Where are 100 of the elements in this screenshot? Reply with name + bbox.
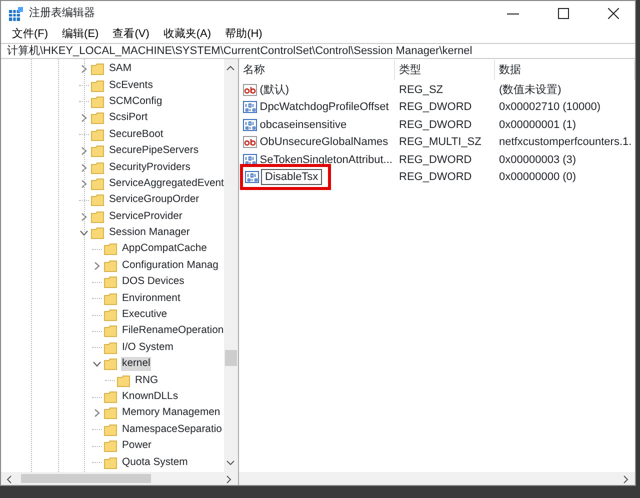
value-name[interactable]: (默认) <box>260 82 290 98</box>
tree-item[interactable]: Executive <box>121 308 168 322</box>
window-title: 注册表编辑器 <box>29 6 95 22</box>
folder-icon <box>91 96 104 108</box>
chevron-right-icon[interactable] <box>79 212 89 222</box>
vertical-scrollbar[interactable] <box>224 59 238 472</box>
chevron-right-icon[interactable] <box>92 408 102 418</box>
tree-item[interactable]: Session Manager <box>108 226 191 240</box>
menu-item[interactable]: 文件(F) <box>5 26 56 43</box>
binary-value-icon <box>243 152 257 167</box>
chevron-right-icon[interactable] <box>79 162 89 173</box>
folder-icon <box>104 391 117 403</box>
scroll-thumb[interactable] <box>21 474 151 483</box>
folder-icon <box>104 342 117 354</box>
value-data: 0x00000003 (3) <box>498 152 578 168</box>
chevron-down-icon[interactable] <box>92 359 102 370</box>
binary-value-icon <box>243 100 257 114</box>
value-name[interactable]: ObUnsecureGlobalNames <box>260 134 388 150</box>
menu-item[interactable]: 编辑(E) <box>55 26 106 43</box>
minimize-icon[interactable] <box>507 12 519 14</box>
tree-item[interactable]: ScsiPort <box>108 111 149 126</box>
tree-item[interactable]: ScEvents <box>108 78 154 93</box>
folder-icon <box>104 358 117 370</box>
value-data: netfxcustomperfcounters.1. <box>498 135 633 150</box>
tree-item[interactable]: FileRenameOperation <box>121 324 224 338</box>
tree-item[interactable]: ServiceGroupOrder <box>108 193 200 208</box>
rename-field[interactable]: DisableTsx <box>261 169 322 186</box>
tree-item[interactable]: DOS Devices <box>121 275 186 290</box>
folder-icon <box>91 178 104 190</box>
menu-item[interactable]: 收藏夹(A) <box>156 26 218 43</box>
tree-item[interactable]: Configuration Manag <box>121 258 220 273</box>
binary-value-icon <box>243 118 257 132</box>
tree-item[interactable]: AppCompatCache <box>121 242 208 256</box>
folder-icon <box>104 260 117 272</box>
tree-item[interactable]: KnownDLLs <box>121 390 180 404</box>
folder-icon <box>104 440 117 452</box>
tree-item[interactable]: SecurityProviders <box>108 160 192 175</box>
column-header[interactable]: 数据 <box>495 60 635 80</box>
tree-item[interactable]: I/O System <box>121 340 174 355</box>
chevron-down-icon[interactable] <box>79 228 89 238</box>
tree-item[interactable]: Quota System <box>121 456 189 470</box>
value-data: (数值未设置) <box>498 82 562 98</box>
folder-icon <box>91 63 104 76</box>
menu-item[interactable]: 帮助(H) <box>218 26 270 43</box>
folder-icon <box>91 80 104 92</box>
tree-item[interactable]: SecureBoot <box>108 128 164 142</box>
chevron-right-icon[interactable] <box>79 146 89 156</box>
horizontal-scrollbar[interactable] <box>239 472 635 485</box>
value-type: REG_MULTI_SZ <box>398 135 482 150</box>
value-name[interactable]: DpcWatchdogProfileOffset <box>260 99 389 116</box>
folder-icon <box>91 227 104 240</box>
value-data: 0x00000001 (1) <box>498 118 578 132</box>
folder-icon <box>91 210 104 223</box>
tree-item[interactable]: ServiceProvider <box>108 210 184 224</box>
value-name[interactable]: obcaseinsensitive <box>260 116 347 133</box>
folder-icon <box>91 162 104 174</box>
scroll-right-icon[interactable] <box>623 475 629 484</box>
tree-item[interactable]: SAM <box>108 62 133 76</box>
tree-item[interactable]: kernel <box>121 357 152 372</box>
value-type: REG_DWORD <box>398 152 473 168</box>
tree-item[interactable]: Power <box>121 439 152 454</box>
tree-item[interactable]: RNG <box>134 374 160 388</box>
tree-item[interactable]: NamespaceSeparatio <box>121 422 223 437</box>
scroll-thumb[interactable] <box>225 350 237 366</box>
tree-item[interactable]: Memory Managemen <box>121 406 222 420</box>
tree-item[interactable]: Environment <box>121 292 182 306</box>
horizontal-scrollbar[interactable] <box>1 472 238 485</box>
folder-icon <box>104 292 117 305</box>
column-header[interactable]: 类型 <box>395 60 495 80</box>
column-header[interactable]: 名称 <box>239 60 395 80</box>
value-name[interactable]: SeTokenSingletonAttribut... <box>260 152 392 168</box>
value-type: REG_DWORD <box>398 100 473 115</box>
binary-value-icon <box>245 170 259 184</box>
folder-icon <box>91 112 104 124</box>
folder-icon <box>104 309 117 322</box>
tree-item[interactable]: SCMConfig <box>108 94 164 109</box>
chevron-right-icon[interactable] <box>79 64 89 74</box>
folder-icon <box>91 128 104 141</box>
maximize-icon[interactable] <box>558 8 568 19</box>
chevron-right-icon[interactable] <box>92 260 102 271</box>
scroll-up-icon[interactable] <box>226 65 235 71</box>
tree-item[interactable]: SecurePipeServers <box>108 144 200 158</box>
value-data: 0x00000000 (0) <box>498 170 578 185</box>
scroll-right-icon[interactable] <box>226 475 232 484</box>
folder-icon <box>91 194 104 206</box>
scroll-left-icon[interactable] <box>6 475 12 484</box>
folder-icon <box>117 374 130 387</box>
chevron-right-icon[interactable] <box>79 113 89 124</box>
address-bar[interactable]: 计算机\HKEY_LOCAL_MACHINE\SYSTEM\CurrentControlSet\Control\Session Manager\kernel <box>1 43 635 59</box>
folder-icon <box>104 325 117 338</box>
tree-item[interactable]: ServiceAggregatedEvent <box>108 176 224 191</box>
folder-icon <box>104 243 117 256</box>
close-icon[interactable] <box>608 8 618 19</box>
menu-item[interactable]: 查看(V) <box>106 26 156 43</box>
folder-icon <box>104 424 117 436</box>
string-value-icon <box>243 135 257 150</box>
value-data: 0x00002710 (10000) <box>498 100 602 115</box>
chevron-right-icon[interactable] <box>79 178 89 189</box>
scroll-down-icon[interactable] <box>226 460 235 466</box>
folder-icon <box>104 407 117 420</box>
